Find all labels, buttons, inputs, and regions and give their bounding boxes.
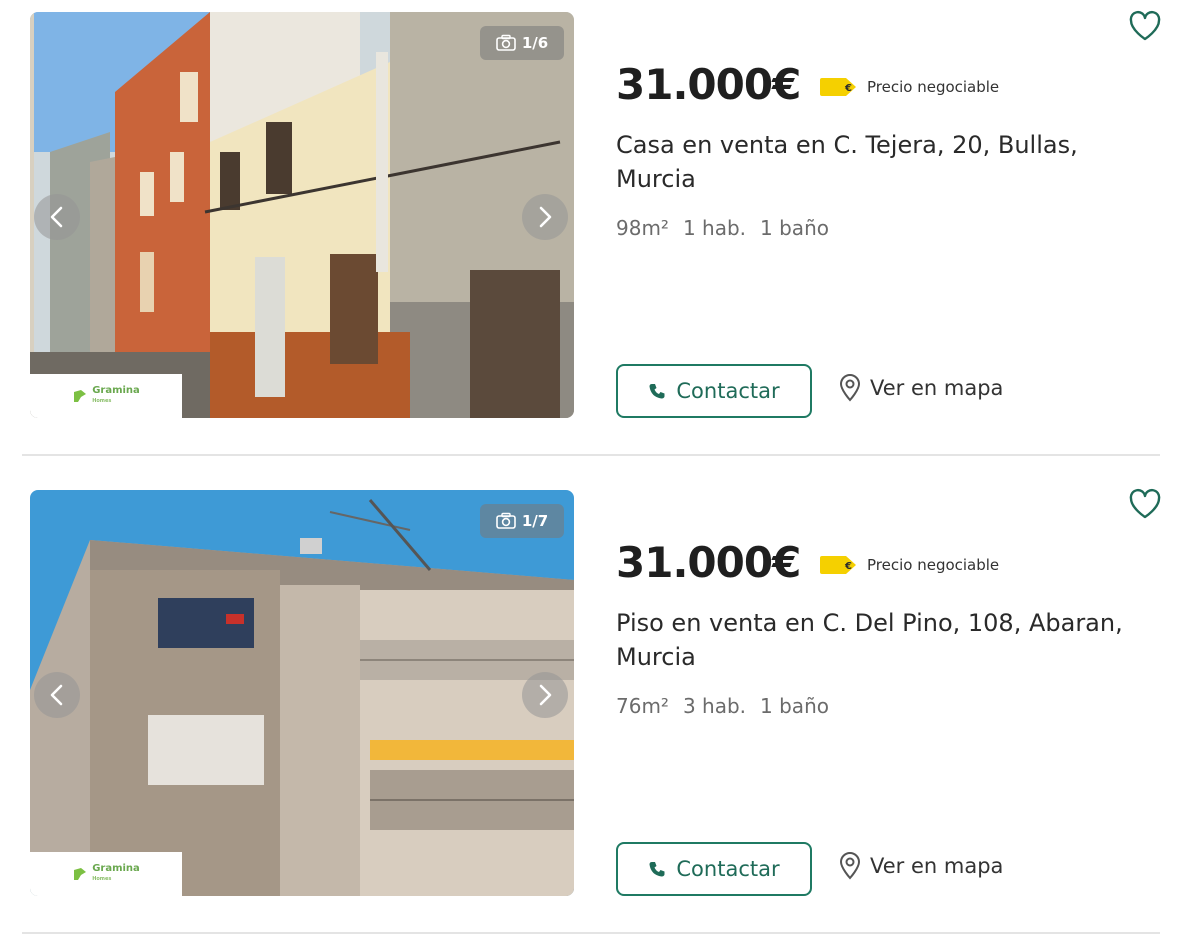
- feature-rooms: 1 hab.: [682, 216, 747, 240]
- listing-title[interactable]: Piso en venta en C. Del Pino, 108, Abara…: [616, 606, 1156, 674]
- agency-logo-mark: [74, 868, 87, 880]
- listing-card[interactable]: 1/7 Gramina Homes 31.000€ € Precio negoc…: [0, 478, 1200, 936]
- listing-features: 98m² 1 hab. 1 baño: [616, 216, 829, 240]
- listing-photo[interactable]: 1/6 Gramina Homes: [30, 12, 574, 418]
- contact-button-label: Contactar: [676, 857, 780, 881]
- map-pin-icon: [839, 374, 861, 402]
- agency-logo-mark: [74, 390, 87, 402]
- price-tag-icon: €: [820, 556, 856, 574]
- contact-button[interactable]: Contactar: [616, 842, 812, 896]
- photo-counter: 1/7: [480, 504, 564, 538]
- negotiable-label: Precio negociable: [867, 78, 1000, 96]
- heart-icon[interactable]: [1128, 10, 1162, 42]
- phone-icon: [649, 384, 665, 399]
- listing-title[interactable]: Casa en venta en C. Tejera, 20, Bullas, …: [616, 128, 1156, 196]
- photo-counter: 1/6: [480, 26, 564, 60]
- photo-counter-text: 1/6: [521, 34, 549, 52]
- photo-next-button[interactable]: [522, 194, 568, 240]
- view-map-label: Ver en mapa: [870, 376, 1004, 400]
- feature-baths: 1 baño: [760, 694, 829, 718]
- building-photo: [30, 490, 574, 896]
- feature-rooms: 3 hab.: [682, 694, 747, 718]
- camera-icon: [496, 512, 516, 529]
- photo-prev-button[interactable]: [34, 194, 80, 240]
- house-photo-street: [30, 12, 574, 418]
- agency-name: Gramina Homes: [92, 385, 140, 405]
- view-map-link[interactable]: Ver en mapa: [838, 852, 1003, 880]
- photo-counter-text: 1/7: [521, 512, 549, 530]
- listing-features: 76m² 3 hab. 1 baño: [616, 694, 829, 718]
- chevron-right-icon: [539, 684, 552, 706]
- photo-prev-button[interactable]: [34, 672, 80, 718]
- agency-logo: Gramina Homes: [30, 374, 182, 418]
- view-map-label: Ver en mapa: [870, 854, 1004, 878]
- listing-divider: [22, 932, 1160, 934]
- chevron-right-icon: [539, 206, 552, 228]
- agency-name: Gramina Homes: [92, 863, 140, 883]
- svg-text:€: €: [844, 561, 852, 572]
- feature-area: 76m²: [616, 694, 669, 718]
- chevron-left-icon: [50, 684, 63, 706]
- feature-area: 98m²: [616, 216, 669, 240]
- heart-icon[interactable]: [1128, 488, 1162, 520]
- listing-photo[interactable]: 1/7 Gramina Homes: [30, 490, 574, 896]
- contact-button[interactable]: Contactar: [616, 364, 812, 418]
- listing-divider: [22, 454, 1160, 456]
- phone-icon: [649, 862, 665, 877]
- agency-logo: Gramina Homes: [30, 852, 182, 896]
- price-tag-icon: €: [820, 78, 856, 96]
- listing-card[interactable]: 1/6 Gramina Homes 31.000€ € Precio negoc…: [0, 0, 1200, 460]
- map-pin-icon: [839, 852, 861, 880]
- feature-baths: 1 baño: [760, 216, 829, 240]
- photo-next-button[interactable]: [522, 672, 568, 718]
- negotiable-label: Precio negociable: [867, 556, 1000, 574]
- view-map-link[interactable]: Ver en mapa: [838, 374, 1003, 402]
- svg-text:€: €: [844, 83, 852, 94]
- camera-icon: [496, 34, 516, 51]
- listing-price: 31.000€: [616, 60, 801, 109]
- chevron-left-icon: [50, 206, 63, 228]
- listing-price: 31.000€: [616, 538, 801, 587]
- contact-button-label: Contactar: [676, 379, 780, 403]
